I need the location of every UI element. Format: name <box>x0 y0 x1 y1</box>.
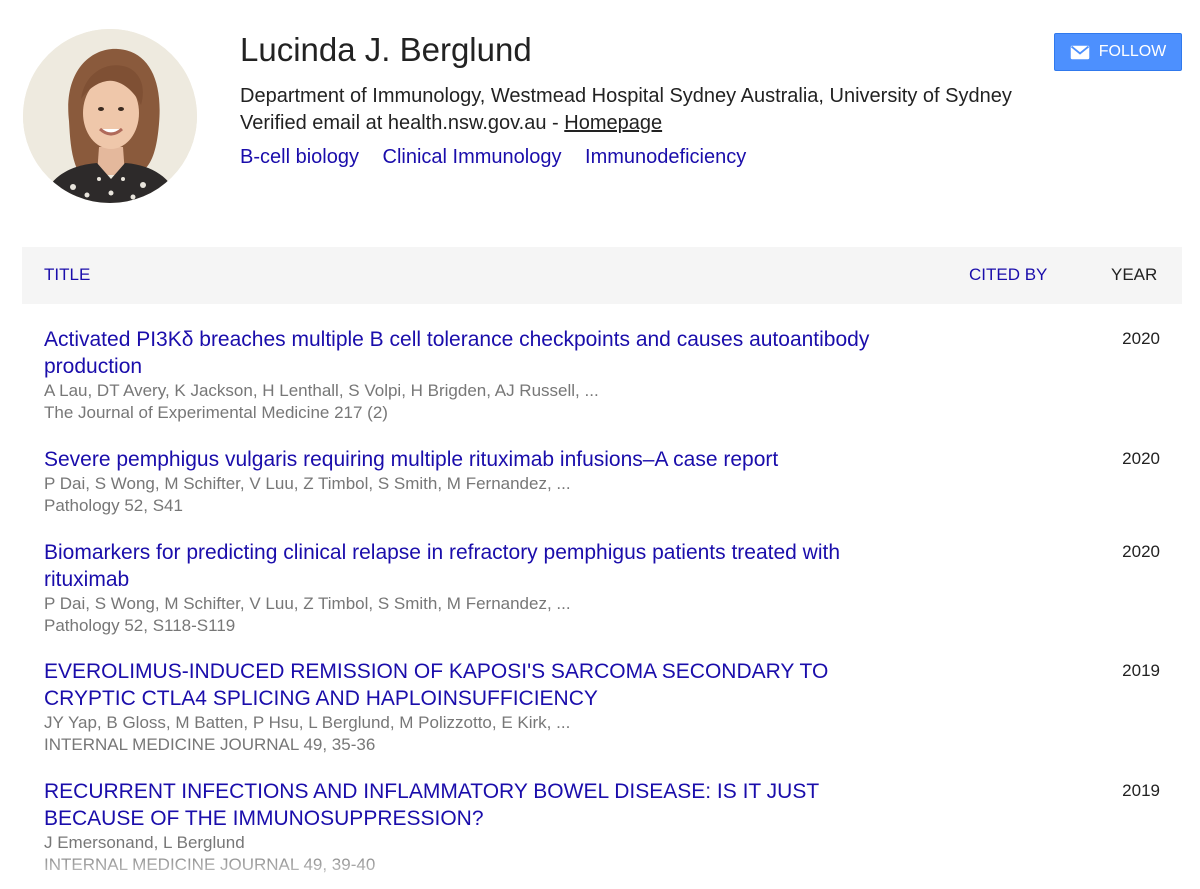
publication-year: 2020 <box>1122 449 1160 468</box>
publication-title-link[interactable]: Severe pemphigus vulgaris requiring mult… <box>44 446 914 473</box>
profile-name: Lucinda J. Berglund <box>240 31 532 68</box>
scholar-profile-page: Lucinda J. Berglund Department of Immuno… <box>0 0 1200 889</box>
publication-row: Activated PI3Kδ breaches multiple B cell… <box>44 326 1160 424</box>
publication-row: RECURRENT INFECTIONS AND INFLAMMATORY BO… <box>44 778 1160 876</box>
publication-venue: INTERNAL MEDICINE JOURNAL 49, 35-36 <box>44 735 376 754</box>
publication-venue: Pathology 52, S41 <box>44 496 183 515</box>
avatar[interactable] <box>23 29 197 203</box>
publication-authors: JY Yap, B Gloss, M Batten, P Hsu, L Berg… <box>44 713 571 732</box>
sort-by-cited-header[interactable]: CITED BY <box>969 265 1047 285</box>
envelope-icon <box>1070 45 1090 60</box>
verified-email-line: Verified email at health.nsw.gov.au - Ho… <box>240 110 662 136</box>
publication-row: Severe pemphigus vulgaris requiring mult… <box>44 446 1160 517</box>
publication-year: 2019 <box>1122 661 1160 680</box>
publication-row: Biomarkers for predicting clinical relap… <box>44 539 1160 637</box>
publication-year: 2019 <box>1122 781 1160 800</box>
profile-affiliation: Department of Immunology, Westmead Hospi… <box>240 85 1012 107</box>
publication-authors: P Dai, S Wong, M Schifter, V Luu, Z Timb… <box>44 474 571 493</box>
follow-button[interactable]: FOLLOW <box>1054 33 1182 71</box>
publication-title-link[interactable]: EVEROLIMUS-INDUCED REMISSION OF KAPOSI'S… <box>44 658 914 712</box>
publication-venue: INTERNAL MEDICINE JOURNAL 49, 39-40 <box>44 855 376 874</box>
publication-title-link[interactable]: Biomarkers for predicting clinical relap… <box>44 539 914 593</box>
interest-link-clinical-immunology[interactable]: Clinical Immunology <box>383 146 562 168</box>
publications-table-header: TITLE CITED BY YEAR <box>22 247 1182 304</box>
follow-button-label: FOLLOW <box>1098 43 1167 60</box>
publication-title-link[interactable]: RECURRENT INFECTIONS AND INFLAMMATORY BO… <box>44 778 914 832</box>
profile-photo <box>23 29 197 203</box>
research-interests: B-cell biology Clinical Immunology Immun… <box>240 144 764 170</box>
publication-authors: P Dai, S Wong, M Schifter, V Luu, Z Timb… <box>44 594 571 613</box>
publication-year: 2020 <box>1122 542 1160 561</box>
publication-title-link[interactable]: Activated PI3Kδ breaches multiple B cell… <box>44 326 914 380</box>
sort-by-title-header[interactable]: TITLE <box>44 265 90 285</box>
verified-email-text: Verified email at health.nsw.gov.au - <box>240 112 565 134</box>
publication-venue: The Journal of Experimental Medicine 217… <box>44 403 388 422</box>
publication-row: EVEROLIMUS-INDUCED REMISSION OF KAPOSI'S… <box>44 658 1160 756</box>
publication-authors: A Lau, DT Avery, K Jackson, H Lenthall, … <box>44 381 599 400</box>
homepage-link[interactable]: Homepage <box>564 112 662 134</box>
interest-link-b-cell-biology[interactable]: B-cell biology <box>240 146 359 168</box>
interest-link-immunodeficiency[interactable]: Immunodeficiency <box>585 146 746 168</box>
publication-year: 2020 <box>1122 329 1160 348</box>
sort-by-year-header[interactable]: YEAR <box>1111 265 1157 285</box>
publication-authors: J Emersonand, L Berglund <box>44 833 245 852</box>
publication-venue: Pathology 52, S118-S119 <box>44 616 236 635</box>
